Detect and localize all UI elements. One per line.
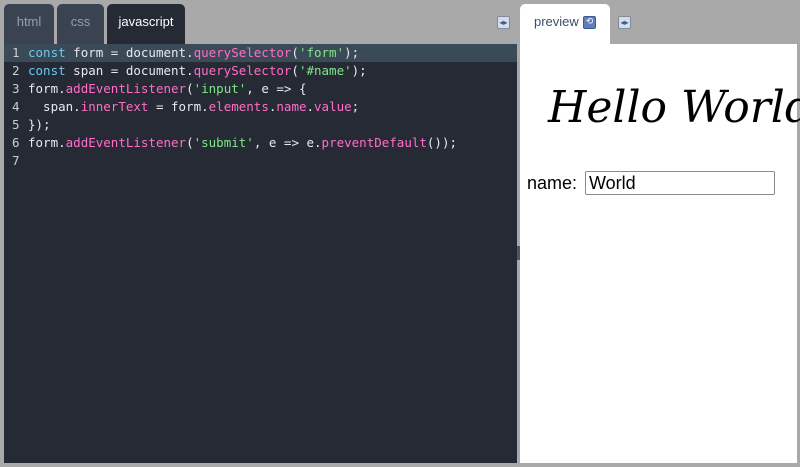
code-text: }); — [28, 116, 51, 134]
code-token: , e => { — [246, 81, 307, 96]
code-text: form.addEventListener('submit', e => e.p… — [28, 134, 457, 152]
double-arrow-icon[interactable]: ◂▸ — [618, 16, 631, 29]
code-token: querySelector — [193, 63, 292, 78]
code-line[interactable]: 5}); — [4, 116, 517, 134]
code-token: ( — [291, 63, 299, 78]
line-number: 5 — [12, 117, 20, 132]
code-token: . — [306, 99, 315, 114]
code-token: const — [28, 63, 66, 78]
code-line[interactable]: 3 form.addEventListener('input', e => { — [4, 80, 517, 98]
code-text: const span = document.querySelector('#na… — [28, 62, 367, 80]
editor-pane: html css javascript ◂▸ 1 const form = doc… — [0, 0, 518, 467]
code-token: innerText — [80, 99, 149, 114]
code-token: , e => e. — [253, 135, 322, 150]
code-token: name — [276, 99, 307, 114]
preview-pane: Hello World name: — [520, 44, 800, 463]
tab-javascript[interactable]: javascript — [107, 4, 185, 44]
code-line[interactable]: 6 form.addEventListener('submit', e => e.… — [4, 134, 517, 152]
refresh-icon[interactable]: ⟲ — [583, 16, 596, 29]
code-token: ( — [186, 135, 194, 150]
tab-preview[interactable]: preview ⟲ — [520, 4, 610, 46]
line-number: 7 — [12, 153, 20, 168]
code-token: }); — [28, 117, 51, 132]
code-token: addEventListener — [65, 135, 187, 150]
code-token: ; — [351, 99, 360, 114]
code-line[interactable]: 4 span.innerText = form.elements.name.va… — [4, 98, 517, 116]
tab-html[interactable]: html — [4, 4, 54, 44]
code-token: form = document. — [65, 45, 194, 60]
editor-tabbar: html css javascript ◂▸ — [0, 0, 518, 44]
code-token: span. — [28, 99, 81, 114]
code-text: const form = document.querySelector('for… — [28, 44, 359, 62]
double-arrow-icon[interactable]: ◂▸ — [497, 16, 510, 29]
hello-heading: Hello World — [548, 82, 800, 133]
code-token: preventDefault — [321, 135, 427, 150]
code-text: form.addEventListener('input', e => { — [28, 80, 307, 98]
preview-tab-label: preview — [534, 14, 579, 29]
code-editor[interactable]: 1 const form = document.querySelector('fo… — [4, 44, 517, 463]
code-token: ()); — [426, 135, 458, 150]
code-token: ); — [351, 63, 367, 78]
code-token: const — [28, 45, 66, 60]
code-token: form. — [28, 81, 66, 96]
code-text: span.innerText = form.elements.name.valu… — [28, 98, 359, 116]
code-token: form. — [28, 135, 66, 150]
code-token: ( — [186, 81, 194, 96]
line-number: 1 — [12, 45, 20, 60]
code-token: ( — [291, 45, 299, 60]
code-token: 'input' — [193, 81, 247, 96]
tab-css[interactable]: css — [57, 4, 104, 44]
code-token: = form. — [148, 99, 209, 114]
code-token: 'form' — [298, 45, 345, 60]
code-line[interactable]: 1 const form = document.querySelector('fo… — [4, 44, 517, 62]
code-token: elements — [208, 99, 269, 114]
line-number: 2 — [12, 63, 20, 78]
name-label: name: — [527, 173, 578, 193]
name-input[interactable] — [585, 171, 775, 195]
code-token: '#name' — [298, 63, 352, 78]
code-token: ); — [344, 45, 360, 60]
code-token: querySelector — [193, 45, 292, 60]
code-token: 'submit' — [193, 135, 254, 150]
code-token: span = document. — [65, 63, 194, 78]
line-number: 4 — [12, 99, 20, 114]
code-token: addEventListener — [65, 81, 187, 96]
line-number: 6 — [12, 135, 20, 150]
code-line[interactable]: 2 const span = document.querySelector('#n… — [4, 62, 517, 80]
line-number: 3 — [12, 81, 20, 96]
code-token: value — [314, 99, 352, 114]
code-line[interactable]: 7 — [4, 152, 517, 170]
